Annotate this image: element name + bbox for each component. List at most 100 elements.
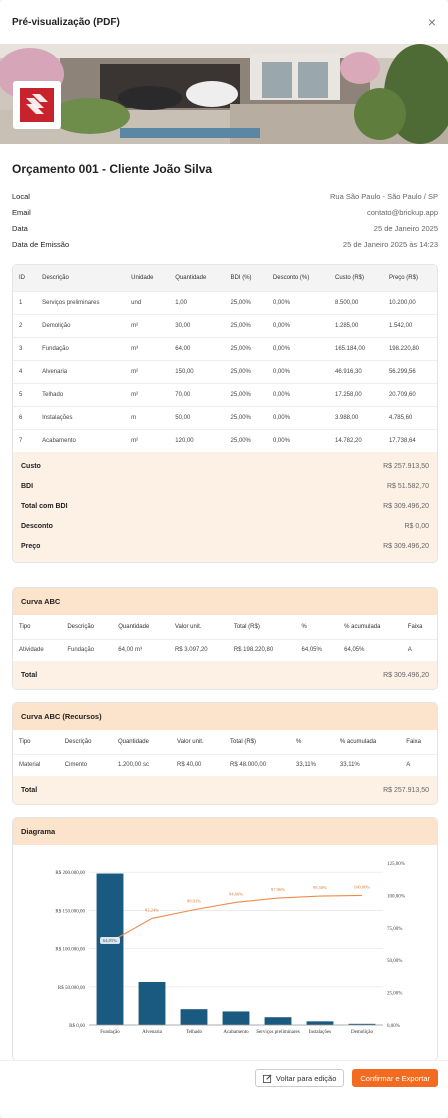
back-to-edit-label: Voltar para edição: [275, 1073, 337, 1083]
bar: [222, 1011, 250, 1025]
table-cell: 25,00%: [224, 428, 267, 452]
column-header: Tipo: [13, 615, 62, 639]
y-tick-label: R$ 150.000,00: [55, 909, 85, 914]
total-value: R$ 0,00: [404, 522, 429, 530]
table-cell: 3: [13, 336, 37, 360]
y2-tick-label: 50,00%: [387, 959, 402, 964]
table-cell: Demolição: [36, 313, 126, 337]
preview-modal: Pré-visualização (PDF) × Orçamento 001 -…: [0, 0, 448, 1118]
modal-footer: Voltar para edição Confirmar e Exportar: [0, 1060, 448, 1118]
point-label: 88,93%: [187, 899, 201, 905]
table-cell: m²: [125, 382, 170, 406]
back-to-edit-button[interactable]: Voltar para edição: [254, 1069, 345, 1087]
table-row: Atividade Fundação 64,00 m³ R$ 3.097,20 R$ 1…: [13, 638, 437, 661]
column-header: % acumulada: [338, 615, 402, 639]
table-cell: 2: [13, 313, 37, 337]
column-header: Preço (R$): [382, 265, 437, 291]
table-cell: 25,00%: [224, 382, 267, 406]
table-cell: 50,00: [169, 405, 225, 429]
brand-logo: [13, 81, 61, 129]
document-field: Email contato@brickup.app: [12, 204, 438, 220]
column-header: Descrição: [36, 265, 126, 291]
document-fields: Local Rua São Paulo - São Paulo / SP Email…: [12, 188, 438, 252]
table-cell: 7: [13, 428, 37, 452]
y2-tick-label: 75,00%: [387, 927, 402, 932]
y2-tick-label: 25,00%: [387, 992, 402, 997]
column-header: Desconto (%): [266, 265, 329, 291]
bar: [180, 1009, 208, 1025]
table-row: 1 Serviços preliminares und 1,00 25,00% 0,00%…: [13, 290, 437, 314]
y-tick-label: R$ 50.000,00: [58, 986, 86, 991]
table-cell: Fundação: [61, 638, 113, 661]
table-cell: 1: [13, 290, 37, 314]
abc-resources-total-value: R$ 257.913,50: [383, 786, 429, 794]
abc-resources-card: Curva ABC (Recursos) Tipo Descrição Quanti…: [12, 702, 438, 805]
table-cell: 64,05%: [295, 638, 339, 661]
table-cell: m²: [125, 359, 170, 383]
table-cell: 33,11%: [290, 753, 334, 776]
x-tick-label: Telhado: [186, 1030, 203, 1035]
document-field: Local Rua São Paulo - São Paulo / SP: [12, 188, 438, 204]
total-row: BDI R$ 51.582,70: [21, 476, 429, 496]
total-row: Total com BDI R$ 309.496,20: [21, 496, 429, 516]
column-header: ID: [13, 265, 37, 291]
abc-resources-header: Tipo Descrição Quantidade Valor unit. Total …: [13, 730, 437, 754]
table-cell: 165.184,00: [329, 336, 383, 360]
table-cell: m²: [125, 313, 170, 337]
column-header: Quantidade: [111, 730, 172, 754]
point-label: 100,00%: [354, 884, 371, 890]
cover-image: [0, 44, 448, 144]
column-header: Unidade: [125, 265, 170, 291]
table-cell: 0,00%: [266, 382, 329, 406]
bar: [306, 1021, 334, 1025]
table-cell: 70,00: [169, 382, 225, 406]
cumulative-line: [109, 894, 363, 943]
table-cell: 46.916,30: [329, 359, 383, 383]
field-label: Local: [12, 191, 30, 201]
total-row: Preço R$ 309.496,20: [21, 536, 429, 556]
total-label: Preço: [21, 542, 41, 550]
table-cell: Fundação: [36, 336, 126, 360]
field-label: Email: [12, 207, 31, 217]
diagram-card: Diagrama R$ 0,00 R$ 50.000,00 R$ 100.000,0…: [12, 817, 438, 1061]
total-label: Custo: [21, 462, 41, 470]
table-cell: 150,00: [169, 359, 225, 383]
table-cell: A: [400, 753, 437, 776]
table-row: Material Cimento 1.200,00 sc R$ 40,00 R$ 48.…: [13, 753, 437, 776]
y-tick-label: R$ 200.000,00: [55, 871, 85, 876]
table-cell: m³: [125, 336, 170, 360]
document-content: Orçamento 001 - Cliente João Silva Local…: [12, 150, 438, 1061]
total-row: Custo R$ 257.913,50: [21, 456, 429, 476]
confirm-export-button[interactable]: Confirmar e Exportar: [352, 1069, 438, 1087]
table-cell: Instalações: [36, 405, 126, 429]
modal-title: Pré-visualização (PDF): [12, 16, 120, 28]
column-header: Faixa: [401, 615, 437, 639]
total-value: R$ 257.913,50: [383, 462, 429, 470]
column-header: Valor unit.: [168, 615, 228, 639]
logo-icon: [20, 88, 54, 122]
abc-resources-table: Tipo Descrição Quantidade Valor unit. Total …: [13, 730, 437, 776]
table-cell: m²: [125, 428, 170, 452]
y-tick-label: R$ 0,00: [69, 1024, 85, 1029]
table-row: 6 Instalações m 50,00 25,00% 0,00% 3.988,00 4.7…: [13, 405, 437, 429]
diagram-title: Diagrama: [13, 818, 437, 845]
field-value: Rua São Paulo - São Paulo / SP: [330, 191, 438, 201]
table-cell: R$ 198.220,80: [227, 638, 296, 661]
table-cell: 0,00%: [266, 290, 329, 314]
field-label: Data: [12, 223, 28, 233]
column-header: Quantidade: [169, 265, 225, 291]
table-cell: 4.785,60: [382, 405, 437, 429]
close-icon[interactable]: ×: [428, 15, 436, 29]
edit-icon: [262, 1074, 272, 1083]
table-cell: 64,05%: [338, 638, 402, 661]
field-value: contato@brickup.app: [367, 207, 438, 217]
point-label: 99,50%: [313, 885, 327, 891]
table-cell: 64,00: [169, 336, 225, 360]
table-cell: 120,00: [169, 428, 225, 452]
table-cell: 0,00%: [266, 428, 329, 452]
y2-tick-label: 100,00%: [387, 894, 405, 899]
table-cell: 6: [13, 405, 37, 429]
abc-resources-total-row: Total R$ 257.913,50: [13, 776, 437, 804]
total-label: BDI: [21, 482, 34, 490]
x-tick-label: Instalações: [309, 1030, 331, 1035]
